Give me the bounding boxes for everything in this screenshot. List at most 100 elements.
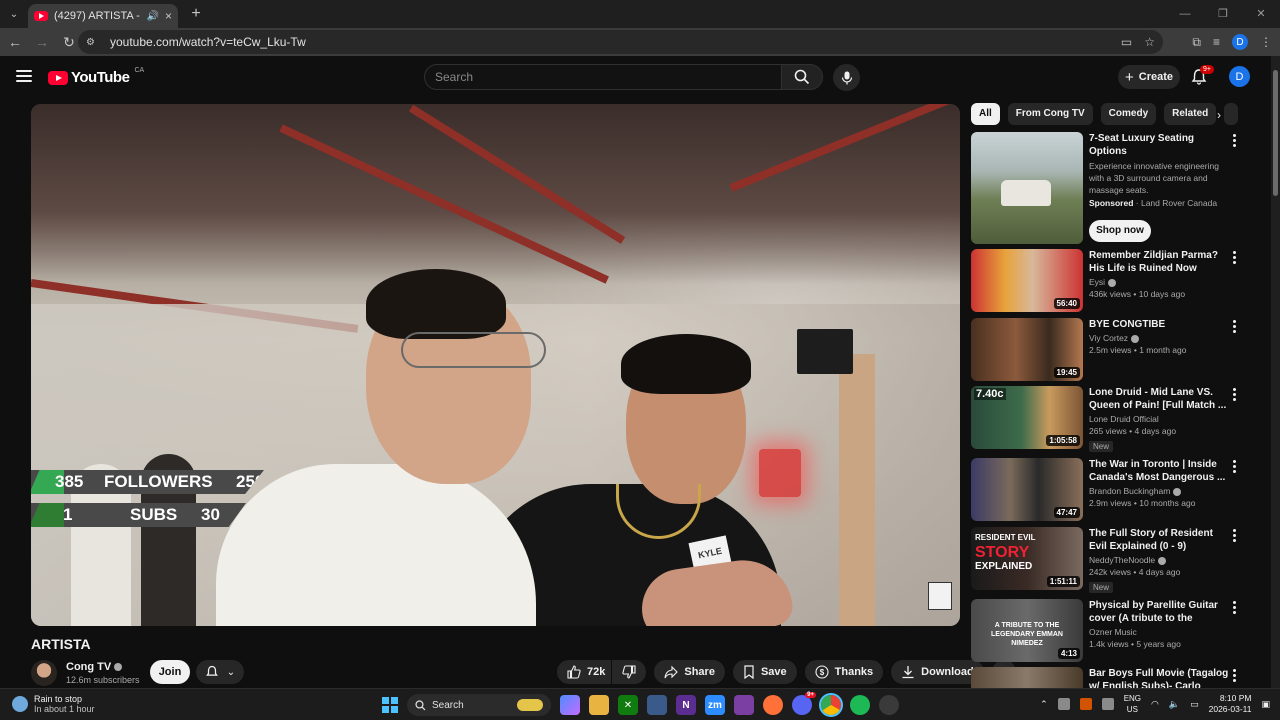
video-title[interactable]: The Full Story of Resident Evil Explaine… [1089,527,1231,553]
recommended-video[interactable]: 47:47 The War in Toronto | Inside Canada… [971,458,1261,522]
video-title[interactable]: Physical by Parellite Guitar cover (A tr… [1089,599,1231,625]
video-thumbnail[interactable]: 56:40 [971,249,1083,312]
more-options-icon[interactable] [1229,320,1239,333]
video-thumbnail[interactable]: 7.40c 1:05:58 [971,386,1083,449]
ad-title[interactable]: 7-Seat Luxury Seating Options [1089,132,1231,158]
channel-watermark[interactable] [928,582,952,610]
chevron-right-icon[interactable]: › [1217,108,1221,122]
speaker-icon[interactable]: 🔊 [147,11,159,22]
browser-profile-avatar[interactable]: D [1232,34,1248,50]
chip-related[interactable]: Related [1164,103,1217,125]
language-indicator[interactable]: ENG US [1124,693,1141,715]
channel-name-link[interactable]: Cong TV [66,661,140,673]
recommended-video[interactable]: Bar Boys Full Movie (Tagalog w/ English … [971,667,1261,688]
shop-now-button[interactable]: Shop now [1089,220,1151,242]
discord-icon[interactable]: 9+ [792,692,816,715]
recommended-video[interactable]: A TRIBUTE TO THE LEGENDARY EMMAN NIMEDEZ… [971,599,1261,663]
visual-studio-icon[interactable]: N [676,695,696,715]
app-icon[interactable] [734,695,754,715]
more-options-icon[interactable] [1229,388,1239,401]
spotify-icon[interactable] [850,695,870,715]
copilot-icon[interactable] [560,695,580,715]
browser-tab[interactable]: (4297) ARTISTA - YouTube 🔊 × [28,4,178,28]
address-field[interactable]: ⚙ youtube.com/watch?v=teCw_Lku-Tw ▭ ☆ [78,30,1163,54]
xbox-icon[interactable]: ✕ [618,695,638,715]
create-button[interactable]: + Create [1118,65,1180,89]
wifi-icon[interactable]: ◠ [1151,699,1159,710]
new-tab-button[interactable]: + [184,5,208,23]
notifications-button[interactable]: 9+ [1190,65,1214,88]
search-input[interactable]: Search [424,64,782,90]
windows-start-icon[interactable] [382,697,398,713]
chip-comedy[interactable]: Comedy [1100,103,1157,125]
recommended-video[interactable]: 19:45 BYE CONGTIBE Viy Cortez 2.5m views… [971,318,1261,382]
restore-icon[interactable]: ❐ [1204,0,1242,28]
reading-list-icon[interactable]: ≡ [1213,35,1220,49]
notification-center-icon[interactable]: ▣ [1261,699,1270,710]
channel-link[interactable]: Viy Cortez [1089,333,1231,343]
tray-app-icon[interactable] [1079,698,1092,710]
video-player[interactable]: KYLE 385 FOLLOWERS 2500 1 SUBS 30 [31,104,960,626]
video-title[interactable]: BYE CONGTIBE [1089,318,1231,331]
app-icon[interactable] [647,695,667,715]
github-icon[interactable] [879,695,899,715]
search-button[interactable] [781,64,823,90]
video-title[interactable]: Remember Zildjian Parma? His Life is Rui… [1089,249,1231,275]
site-info-icon[interactable]: ⚙ [86,37,102,48]
like-button[interactable]: 72k [557,660,612,684]
channel-name[interactable]: Lone Druid Official [1089,414,1231,424]
close-tab-icon[interactable]: × [165,9,172,23]
tray-app-icon[interactable] [1057,698,1070,710]
join-button[interactable]: Join [150,660,190,684]
save-button[interactable]: Save [732,660,797,684]
channel-link[interactable]: Brandon Buckingham [1089,486,1231,496]
download-button[interactable]: Download [891,660,984,684]
recommended-video[interactable]: RESIDENT EVIL STORY EXPLAINED 1:51:11 Th… [971,527,1261,593]
dislike-button[interactable] [612,660,647,684]
more-options-icon[interactable] [1229,460,1239,473]
video-title[interactable]: Lone Druid - Mid Lane VS. Queen of Pain!… [1089,386,1231,412]
video-thumbnail[interactable]: 19:45 [971,318,1083,381]
more-options-icon[interactable] [1229,601,1239,614]
voice-search-button[interactable] [833,64,860,91]
chevron-up-icon[interactable]: ⌃ [1040,699,1048,710]
chrome-icon[interactable] [819,693,843,717]
zoom-icon[interactable]: zm [705,695,725,715]
video-thumbnail[interactable] [971,667,1083,688]
browser-menu-icon[interactable]: ⋮ [1260,35,1272,49]
volume-icon[interactable]: 🔈 [1169,699,1180,710]
sponsored-ad[interactable]: 7-Seat Luxury Seating Options Experience… [971,132,1261,244]
channel-link[interactable]: NeddyTheNoodle [1089,555,1231,565]
extensions-icon[interactable]: ⧉ [1192,35,1201,50]
forward-icon[interactable]: → [30,34,54,50]
video-thumbnail[interactable]: A TRIBUTE TO THE LEGENDARY EMMAN NIMEDEZ… [971,599,1083,662]
chip-from-channel[interactable]: From Cong TV [1007,103,1093,125]
minimize-icon[interactable]: — [1166,0,1204,28]
scrollbar-thumb[interactable] [1273,70,1278,196]
chip-all[interactable]: All [971,103,1000,125]
back-icon[interactable]: ← [3,34,27,50]
youtube-logo[interactable]: YouTube CA [48,67,144,86]
subscription-bell-button[interactable]: ⌄ [196,660,244,684]
bookmark-star-icon[interactable]: ☆ [1144,35,1155,49]
hamburger-menu-icon[interactable] [16,70,32,82]
cast-icon[interactable]: ▭ [1121,35,1132,49]
taskbar-search[interactable]: Search [407,694,551,716]
video-thumbnail[interactable]: RESIDENT EVIL STORY EXPLAINED 1:51:11 [971,527,1083,590]
video-thumbnail[interactable]: 47:47 [971,458,1083,521]
video-title[interactable]: Bar Boys Full Movie (Tagalog w/ English … [1089,667,1231,688]
ad-thumbnail[interactable] [971,132,1083,244]
share-button[interactable]: Share [654,660,725,684]
firefox-icon[interactable] [763,695,783,715]
channel-name[interactable]: Ozner Music [1089,627,1231,637]
weather-widget[interactable]: Rain to stop In about 1 hour [12,694,95,714]
recommended-video[interactable]: 56:40 Remember Zildjian Parma? His Life … [971,249,1261,313]
chip-partial[interactable] [1224,103,1239,125]
recommended-video[interactable]: 7.40c 1:05:58 Lone Druid - Mid Lane VS. … [971,386,1261,452]
clock[interactable]: 8:10 PM 2026-03-11 [1209,693,1252,715]
video-title[interactable]: The War in Toronto | Inside Canada's Mos… [1089,458,1231,484]
thanks-button[interactable]: $ Thanks [804,660,884,684]
tab-search-button[interactable]: ⌄ [0,0,28,28]
account-avatar[interactable]: D [1229,66,1250,87]
more-options-icon[interactable] [1229,669,1239,682]
